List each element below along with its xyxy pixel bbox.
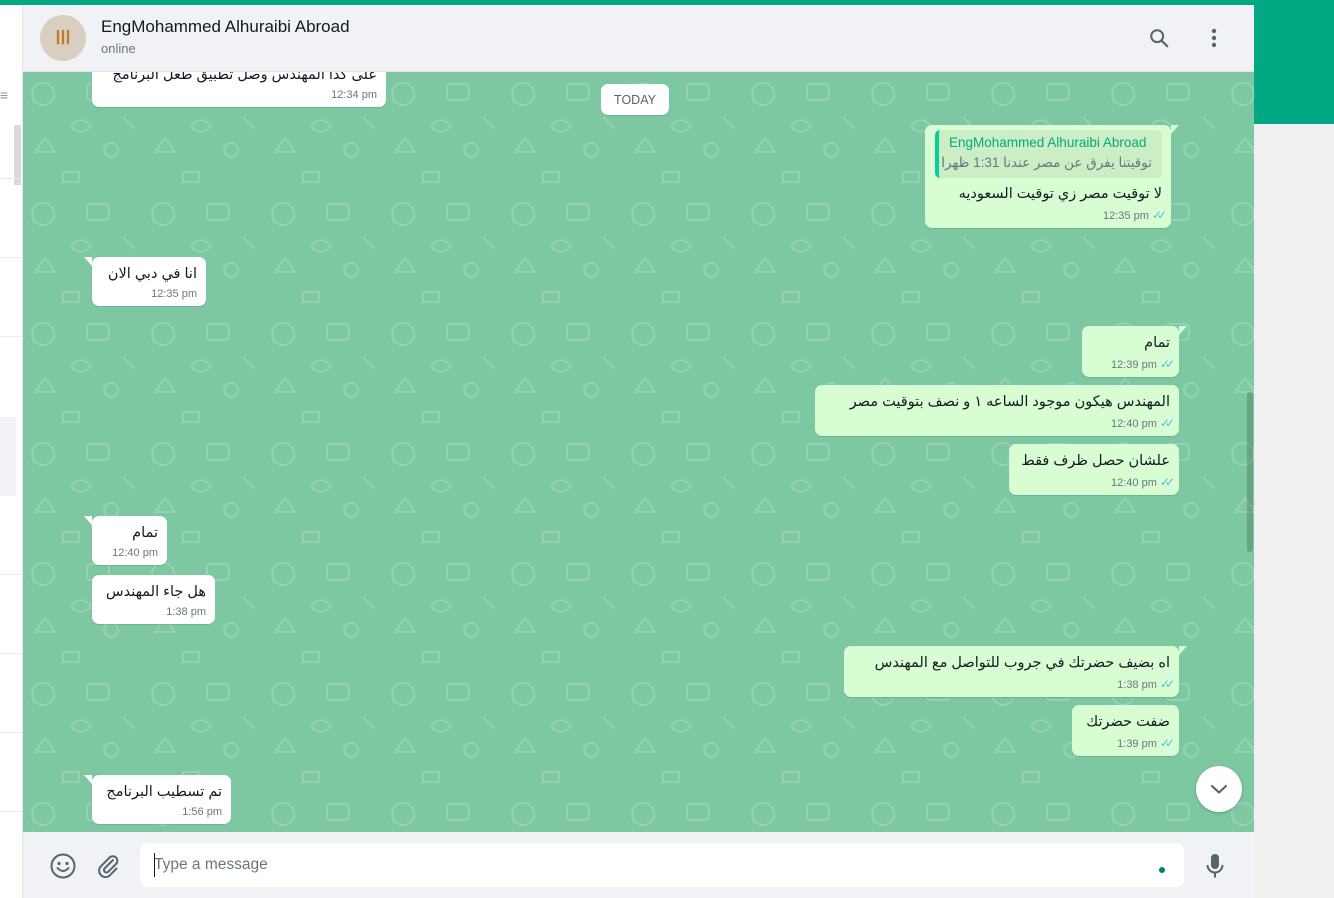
quoted-text: توقيتنا يفرق عن مصر عندنا 1:31 ظهرا — [941, 155, 1152, 170]
message-bubble-incoming[interactable]: على كدا المهندس وصل تطبيق طعل البرنامج 1… — [92, 72, 386, 107]
message-time: 12:34 pm — [331, 89, 377, 101]
chat-list-divider — [0, 257, 22, 258]
background-accent-strip — [1254, 5, 1334, 124]
quoted-author: EngMohammed Alhuraibi Abroad — [949, 135, 1147, 150]
message-time: 12:40 pm — [112, 547, 158, 559]
microphone-icon[interactable] — [1201, 852, 1229, 880]
message-text: تمام — [132, 525, 158, 541]
message-text: لا توقيت مصر زي توقيت السعوديه — [958, 186, 1162, 202]
conversation-panel: ااا EngMohammed Alhuraibi Abroad online — [23, 5, 1254, 898]
message-time: 1:39 pm — [1117, 738, 1157, 750]
double-check-icon: ✓✓ — [1159, 677, 1175, 691]
emoji-icon[interactable] — [49, 852, 77, 880]
background-side-area — [1254, 124, 1334, 898]
message-bubble-outgoing[interactable]: علشان حصل ظرف فقط 12:40 pm ✓✓ — [1009, 444, 1179, 495]
message-composer — [23, 832, 1254, 898]
chat-list-divider — [0, 178, 22, 179]
chat-list-item-selected[interactable] — [0, 417, 16, 496]
date-divider: TODAY — [601, 84, 669, 115]
message-text: تم تسطيب البرنامج — [106, 784, 222, 800]
message-text: ضفت حضرتك — [1086, 714, 1170, 730]
filter-icon[interactable]: ≡ — [0, 87, 8, 103]
double-check-icon: ✓✓ — [1159, 736, 1175, 750]
message-text: هل جاء المهندس — [105, 584, 206, 600]
message-list[interactable]: TODAY على كدا المهندس وصل تطبيق طعل البر… — [23, 72, 1254, 832]
scroll-to-bottom-button[interactable] — [1196, 766, 1242, 812]
message-text: تمام — [1144, 335, 1170, 351]
chevron-down-icon — [1210, 784, 1228, 794]
chat-list-panel: ≡ — [0, 5, 23, 898]
contact-name[interactable]: EngMohammed Alhuraibi Abroad — [101, 17, 350, 37]
chat-list-scrollbar[interactable] — [14, 125, 21, 185]
message-list-scrollbar[interactable] — [1247, 392, 1253, 552]
message-bubble-outgoing[interactable]: EngMohammed Alhuraibi Abroad توقيتنا يفر… — [925, 125, 1179, 228]
message-time: 12:40 pm — [1111, 477, 1157, 489]
message-text: اه بضيف حضرتك في جروب للتواصل مع المهندس — [874, 655, 1170, 671]
search-icon[interactable] — [1146, 25, 1172, 51]
message-time: 12:35 pm — [1103, 210, 1149, 222]
conversation-header[interactable]: ااا EngMohammed Alhuraibi Abroad online — [23, 5, 1254, 72]
message-bubble-outgoing[interactable]: تمام 12:39 pm ✓✓ — [1082, 326, 1187, 377]
double-check-icon: ✓✓ — [1159, 416, 1175, 430]
message-bubble-incoming[interactable]: انا في دبي الان 12:35 pm — [84, 257, 206, 306]
message-bubble-outgoing[interactable]: المهندس هيكون موجود الساعه ١ و نصف بتوقي… — [815, 385, 1179, 436]
extension-indicator-dot — [1159, 867, 1165, 873]
text-cursor — [154, 853, 155, 877]
double-check-icon: ✓✓ — [1159, 475, 1175, 489]
avatar-logo: ااا — [55, 27, 72, 49]
message-time: 12:40 pm — [1111, 418, 1157, 430]
message-bubble-incoming[interactable]: تم تسطيب البرنامج 1:56 pm — [84, 775, 231, 824]
message-text: علشان حصل ظرف فقط — [1021, 453, 1170, 469]
chat-list-divider — [0, 653, 22, 654]
chat-list-divider — [0, 732, 22, 733]
chat-list-divider — [0, 574, 22, 575]
message-bubble-outgoing[interactable]: اه بضيف حضرتك في جروب للتواصل مع المهندس… — [844, 646, 1187, 697]
message-time: 12:39 pm — [1111, 359, 1157, 371]
message-time: 1:38 pm — [166, 606, 206, 618]
kebab-menu-icon[interactable] — [1201, 25, 1227, 51]
double-check-icon: ✓✓ — [1159, 357, 1175, 371]
message-bubble-incoming[interactable]: هل جاء المهندس 1:38 pm — [92, 575, 215, 624]
chat-list-divider — [0, 811, 22, 812]
message-text: انا في دبي الان — [107, 266, 197, 282]
message-time: 1:38 pm — [1117, 679, 1157, 691]
paperclip-icon[interactable] — [94, 852, 122, 880]
message-input[interactable] — [140, 843, 1184, 887]
message-text: المهندس هيكون موجود الساعه ١ و نصف بتوقي… — [849, 394, 1170, 410]
avatar[interactable]: ااا — [40, 15, 86, 61]
chat-list-divider — [0, 336, 22, 337]
message-bubble-incoming[interactable]: تمام 12:40 pm — [84, 516, 167, 565]
message-time: 12:35 pm — [151, 288, 197, 300]
quoted-message[interactable]: EngMohammed Alhuraibi Abroad توقيتنا يفر… — [935, 130, 1162, 178]
message-bubble-outgoing[interactable]: ضفت حضرتك 1:39 pm ✓✓ — [1072, 705, 1179, 756]
double-check-icon: ✓✓ — [1151, 208, 1167, 222]
contact-status: online — [101, 41, 136, 56]
message-time: 1:56 pm — [182, 806, 222, 818]
message-text: على كدا المهندس وصل تطبيق طعل البرنامج — [112, 72, 377, 83]
